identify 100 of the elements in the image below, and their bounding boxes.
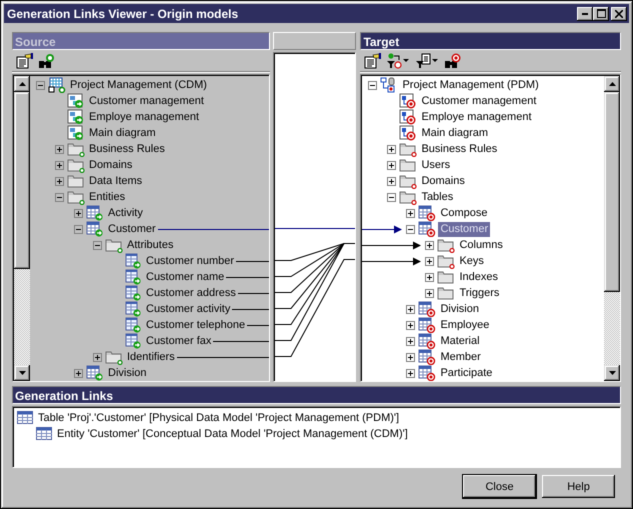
tree-toggle[interactable] <box>54 192 64 202</box>
tree-toggle[interactable] <box>424 272 434 282</box>
tree-item[interactable]: Customer management <box>419 94 538 108</box>
tree-toggle[interactable] <box>368 80 377 90</box>
tree-toggle[interactable] <box>54 144 64 154</box>
tree-toggle[interactable] <box>386 176 396 186</box>
tree-toggle[interactable] <box>386 192 396 202</box>
scroll-down-button[interactable] <box>14 365 30 381</box>
tree-toggle[interactable] <box>386 160 396 170</box>
tree-toggle[interactable] <box>406 208 415 218</box>
tree-item[interactable]: Triggers <box>457 286 502 300</box>
caret-icon[interactable] <box>403 58 410 62</box>
filter-icon[interactable] <box>415 52 432 68</box>
tree-item[interactable]: Tables <box>419 190 456 204</box>
table-icon <box>418 205 436 221</box>
folder-icon <box>399 173 418 189</box>
tree-item[interactable]: Employe management <box>87 110 202 124</box>
minimize-button[interactable] <box>577 6 593 20</box>
table-icon <box>124 253 142 269</box>
scrollbar[interactable] <box>14 76 30 381</box>
scroll-thumb[interactable] <box>14 92 30 269</box>
tree-item[interactable]: Main diagram <box>87 126 158 140</box>
close-button[interactable]: Close <box>463 475 536 498</box>
scroll-thumb[interactable] <box>604 92 620 292</box>
tree-item[interactable]: Compose <box>438 206 490 220</box>
tree-item[interactable]: Customer number <box>144 254 236 268</box>
tree-item[interactable]: Division <box>438 302 481 316</box>
folder-icon <box>437 237 456 253</box>
tree-item[interactable]: Keys <box>457 254 486 268</box>
tree-item[interactable]: Employe management <box>419 110 534 124</box>
tree-item[interactable]: Customer <box>106 222 158 236</box>
tree-item[interactable]: Activity <box>106 206 145 220</box>
tree-item[interactable]: Indexes <box>457 270 500 284</box>
link-entry[interactable]: Table 'Proj'.'Customer' [Physical Data Model 'Project Management (PDM)'] <box>38 412 400 424</box>
binoculars-icon[interactable] <box>38 52 56 68</box>
tree-item[interactable]: Customer address <box>144 286 238 300</box>
tree-toggle[interactable] <box>424 256 434 266</box>
tree-item[interactable]: Division <box>106 366 149 380</box>
filter-icon[interactable] <box>386 52 402 68</box>
scroll-up-button[interactable] <box>604 76 620 92</box>
scroll-down-button[interactable] <box>604 365 620 381</box>
table-icon <box>36 427 52 441</box>
tree-item[interactable]: Member <box>438 350 483 364</box>
down-arrow-icon <box>608 371 616 375</box>
diagram-icon <box>67 109 85 125</box>
tree-item[interactable]: Project Management (CDM) <box>68 78 209 92</box>
tree-toggle[interactable] <box>54 176 64 186</box>
maximize-button[interactable] <box>593 6 609 20</box>
up-arrow-icon <box>18 82 26 86</box>
tree-toggle[interactable] <box>92 352 102 362</box>
tree-toggle[interactable] <box>424 288 434 298</box>
binoculars-icon[interactable] <box>444 52 462 68</box>
tree-item[interactable]: Business Rules <box>87 142 167 156</box>
tree-item[interactable]: Customer management <box>87 94 206 108</box>
tree-item[interactable]: Business Rules <box>419 142 500 156</box>
properties-icon[interactable] <box>364 52 382 68</box>
help-button[interactable]: Help <box>542 475 615 498</box>
tree-item[interactable]: Identifiers <box>125 350 177 364</box>
tree-item[interactable]: Participate <box>438 366 494 380</box>
tree-item[interactable]: Main diagram <box>419 126 490 140</box>
tree-toggle[interactable] <box>424 240 434 250</box>
tree-toggle[interactable] <box>406 352 415 362</box>
scrollbar[interactable] <box>604 76 620 381</box>
tree-toggle[interactable] <box>74 224 82 234</box>
tree-toggle[interactable] <box>406 368 415 378</box>
tree-toggle[interactable] <box>406 320 415 330</box>
table-icon <box>124 285 142 301</box>
tree-item[interactable]: Domains <box>419 174 467 188</box>
down-arrow-icon <box>18 371 26 375</box>
tree-item[interactable]: Customer <box>438 222 490 236</box>
tree-item[interactable]: Customer telephone <box>144 318 248 332</box>
tree-toggle[interactable] <box>406 224 415 234</box>
caret-icon[interactable] <box>432 58 438 62</box>
tree-toggle[interactable] <box>54 160 64 170</box>
close-button[interactable] <box>611 6 627 20</box>
tree-toggle[interactable] <box>406 336 415 346</box>
link-entry[interactable]: Entity 'Customer' [Conceptual Data Model 'Project Management (CDM)'] <box>57 428 408 440</box>
tree-toggle[interactable] <box>92 240 102 250</box>
folder-icon <box>437 253 456 269</box>
tree-toggle[interactable] <box>406 304 415 314</box>
tree-item[interactable]: Customer fax <box>144 334 214 348</box>
tree-item[interactable]: Attributes <box>125 238 176 252</box>
tree-toggle[interactable] <box>386 144 396 154</box>
tree-item[interactable]: Columns <box>457 238 505 252</box>
table-icon <box>124 317 142 333</box>
tree-toggle[interactable] <box>74 368 82 378</box>
tree-toggle[interactable] <box>36 80 44 90</box>
folder-icon <box>437 285 456 301</box>
tree-item[interactable]: Data Items <box>87 174 144 188</box>
tree-item[interactable]: Employee <box>438 318 492 332</box>
tree-toggle[interactable] <box>74 208 82 218</box>
scroll-up-button[interactable] <box>14 76 30 92</box>
tree-item[interactable]: Domains <box>87 158 134 172</box>
tree-item[interactable]: Customer name <box>144 270 226 284</box>
tree-item[interactable]: Material <box>438 334 482 348</box>
properties-icon[interactable] <box>16 52 34 68</box>
tree-item[interactable]: Customer activity <box>144 302 232 316</box>
tree-item[interactable]: Entities <box>87 190 128 204</box>
tree-item[interactable]: Project Management (PDM) <box>400 78 541 92</box>
tree-item[interactable]: Users <box>419 158 452 172</box>
